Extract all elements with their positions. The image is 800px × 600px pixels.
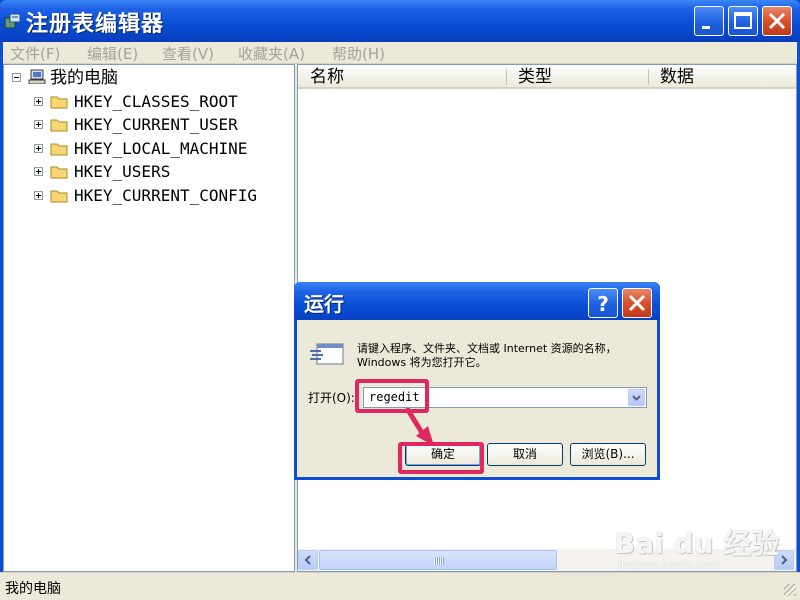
- pointer-arrow-icon: [405, 408, 434, 446]
- expand-icon[interactable]: [34, 97, 43, 106]
- run-dialog-title-bar[interactable]: 运行 ?: [294, 282, 660, 320]
- scroll-thumb[interactable]: [319, 550, 557, 570]
- watermark-logo: Bai du 经验: [614, 527, 780, 560]
- collapse-icon[interactable]: [12, 73, 21, 82]
- tree-label: HKEY_CURRENT_CONFIG: [74, 186, 258, 205]
- expand-icon[interactable]: [34, 167, 43, 176]
- question-mark-icon: ?: [597, 292, 609, 316]
- grip-icon: [434, 557, 444, 565]
- list-header: 名称 类型 数据: [298, 65, 796, 89]
- combo-dropdown-button[interactable]: [628, 389, 645, 406]
- watermark: Bai du 经验 jingyan.baidu.com: [614, 514, 779, 574]
- column-separator[interactable]: [648, 69, 649, 85]
- column-header-type[interactable]: 类型: [518, 65, 552, 89]
- menu-help[interactable]: 帮助(H): [332, 43, 385, 64]
- run-icon: [310, 343, 344, 365]
- tree-item-hkey-local-machine[interactable]: HKEY_LOCAL_MACHINE: [4, 138, 294, 160]
- tree-item-hkey-current-config[interactable]: HKEY_CURRENT_CONFIG: [4, 185, 294, 207]
- folder-icon: [50, 166, 68, 179]
- run-dialog-close-button[interactable]: [622, 288, 652, 318]
- tree-label: HKEY_CURRENT_USER: [74, 115, 238, 134]
- title-bar[interactable]: 注册表编辑器: [0, 0, 800, 42]
- expand-icon[interactable]: [34, 120, 43, 129]
- scroll-left-button[interactable]: [298, 550, 318, 570]
- expand-icon[interactable]: [34, 191, 43, 200]
- tree-label-my-computer: 我的电脑: [50, 68, 118, 88]
- close-button[interactable]: [762, 6, 792, 36]
- arrow-left-icon: [304, 555, 311, 565]
- browse-button[interactable]: 浏览(B)...: [570, 443, 646, 466]
- status-text: 我的电脑: [5, 581, 61, 597]
- svg-text:?: ?: [597, 292, 609, 316]
- menu-edit[interactable]: 编辑(E): [87, 43, 138, 64]
- folder-icon: [50, 96, 68, 109]
- close-icon: [768, 12, 786, 30]
- expand-icon[interactable]: [34, 144, 43, 153]
- maximize-icon: [734, 12, 752, 29]
- maximize-button[interactable]: [728, 6, 758, 36]
- help-button[interactable]: ?: [588, 288, 618, 318]
- column-header-name[interactable]: 名称: [310, 65, 344, 89]
- regedit-app-icon: [4, 13, 21, 29]
- cancel-button[interactable]: 取消: [487, 443, 563, 466]
- tree-label: HKEY_CLASSES_ROOT: [74, 92, 238, 111]
- folder-icon: [50, 190, 68, 203]
- minimize-icon: [702, 26, 710, 29]
- column-separator[interactable]: [506, 69, 507, 85]
- tree-item-hkey-users[interactable]: HKEY_USERS: [4, 161, 294, 183]
- resize-grip-icon[interactable]: [784, 584, 796, 596]
- menu-bar: 文件(F) 编辑(E) 查看(V) 收藏夹(A) 帮助(H): [3, 42, 797, 64]
- window-title: 注册表编辑器: [26, 12, 165, 37]
- tree-item-hkey-classes-root[interactable]: HKEY_CLASSES_ROOT: [4, 91, 294, 113]
- run-dialog-title: 运行: [304, 292, 344, 316]
- column-header-data[interactable]: 数据: [660, 65, 694, 89]
- status-bar: 我的电脑: [0, 572, 800, 600]
- menu-file[interactable]: 文件(F): [10, 43, 60, 64]
- menu-view[interactable]: 查看(V): [162, 43, 214, 64]
- tree-label: HKEY_LOCAL_MACHINE: [74, 139, 248, 158]
- folder-icon: [50, 119, 68, 132]
- run-dialog-description: 请键入程序、文件夹、文档或 Internet 资源的名称，Windows 将为您…: [357, 342, 617, 369]
- computer-icon: [28, 69, 46, 84]
- tree-label: HKEY_USERS: [74, 162, 171, 181]
- key-tree-pane[interactable]: 我的电脑 HKEY_CLASSES_ROOT HKEY_CURRENT_USER…: [3, 64, 295, 572]
- folder-icon: [50, 143, 68, 156]
- tree-item-my-computer[interactable]: 我的电脑: [4, 67, 284, 89]
- minimize-button[interactable]: [694, 6, 724, 36]
- menu-favorites[interactable]: 收藏夹(A): [238, 43, 305, 64]
- chevron-down-icon: [632, 395, 641, 401]
- watermark-site: jingyan.baidu.com: [618, 558, 720, 571]
- tree-item-hkey-current-user[interactable]: HKEY_CURRENT_USER: [4, 114, 294, 136]
- close-icon: [628, 294, 646, 312]
- open-label: 打开(O):: [308, 391, 355, 405]
